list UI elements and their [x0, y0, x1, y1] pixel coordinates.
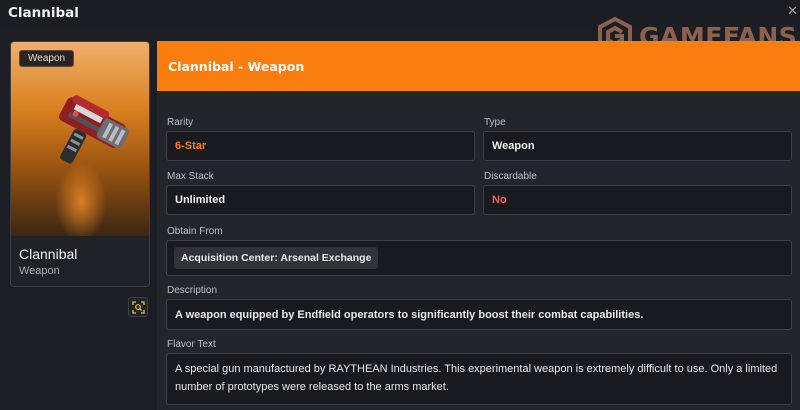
item-image: Weapon [11, 42, 149, 236]
max-stack-field: Unlimited [166, 185, 475, 215]
details-title: Clannibal - Weapon [157, 41, 800, 91]
max-stack-value: Unlimited [175, 194, 226, 206]
flavor-text: A special gun manufactured by RAYTHEAN I… [166, 353, 792, 405]
description-text: A weapon equipped by Endfield operators … [166, 299, 792, 330]
discardable-label: Discardable [484, 171, 537, 182]
weapon-image [59, 95, 129, 164]
item-category-badge: Weapon [19, 50, 75, 67]
obtain-source-chip[interactable]: Acquisition Center: Arsenal Exchange [174, 247, 379, 269]
obtain-from-field: Acquisition Center: Arsenal Exchange [166, 240, 792, 276]
item-card: Weapon Clannibal Weapon [10, 41, 150, 287]
rarity-label: Rarity [167, 117, 194, 128]
item-type: Weapon [19, 265, 60, 277]
discardable-value: No [492, 194, 507, 206]
item-card-info: Clannibal Weapon [11, 236, 149, 286]
rarity-value: 6-Star [175, 140, 207, 152]
type-label: Type [484, 117, 506, 128]
rarity-field: 6-Star [166, 131, 475, 161]
obtain-from-label: Obtain From [167, 226, 223, 237]
item-name: Clannibal [19, 246, 78, 262]
description-label: Description [167, 285, 218, 296]
discardable-field: No [483, 185, 792, 215]
max-stack-label: Max Stack [167, 171, 214, 182]
flavor-text-label: Flavor Text [167, 339, 216, 350]
zoom-icon [131, 300, 145, 314]
window-title: Clannibal [8, 5, 79, 21]
details-panel: Clannibal - Weapon Rarity 6-Star Type We… [157, 41, 800, 410]
zoom-button[interactable] [128, 297, 148, 317]
type-value: Weapon [492, 140, 535, 152]
type-field: Weapon [483, 131, 792, 161]
